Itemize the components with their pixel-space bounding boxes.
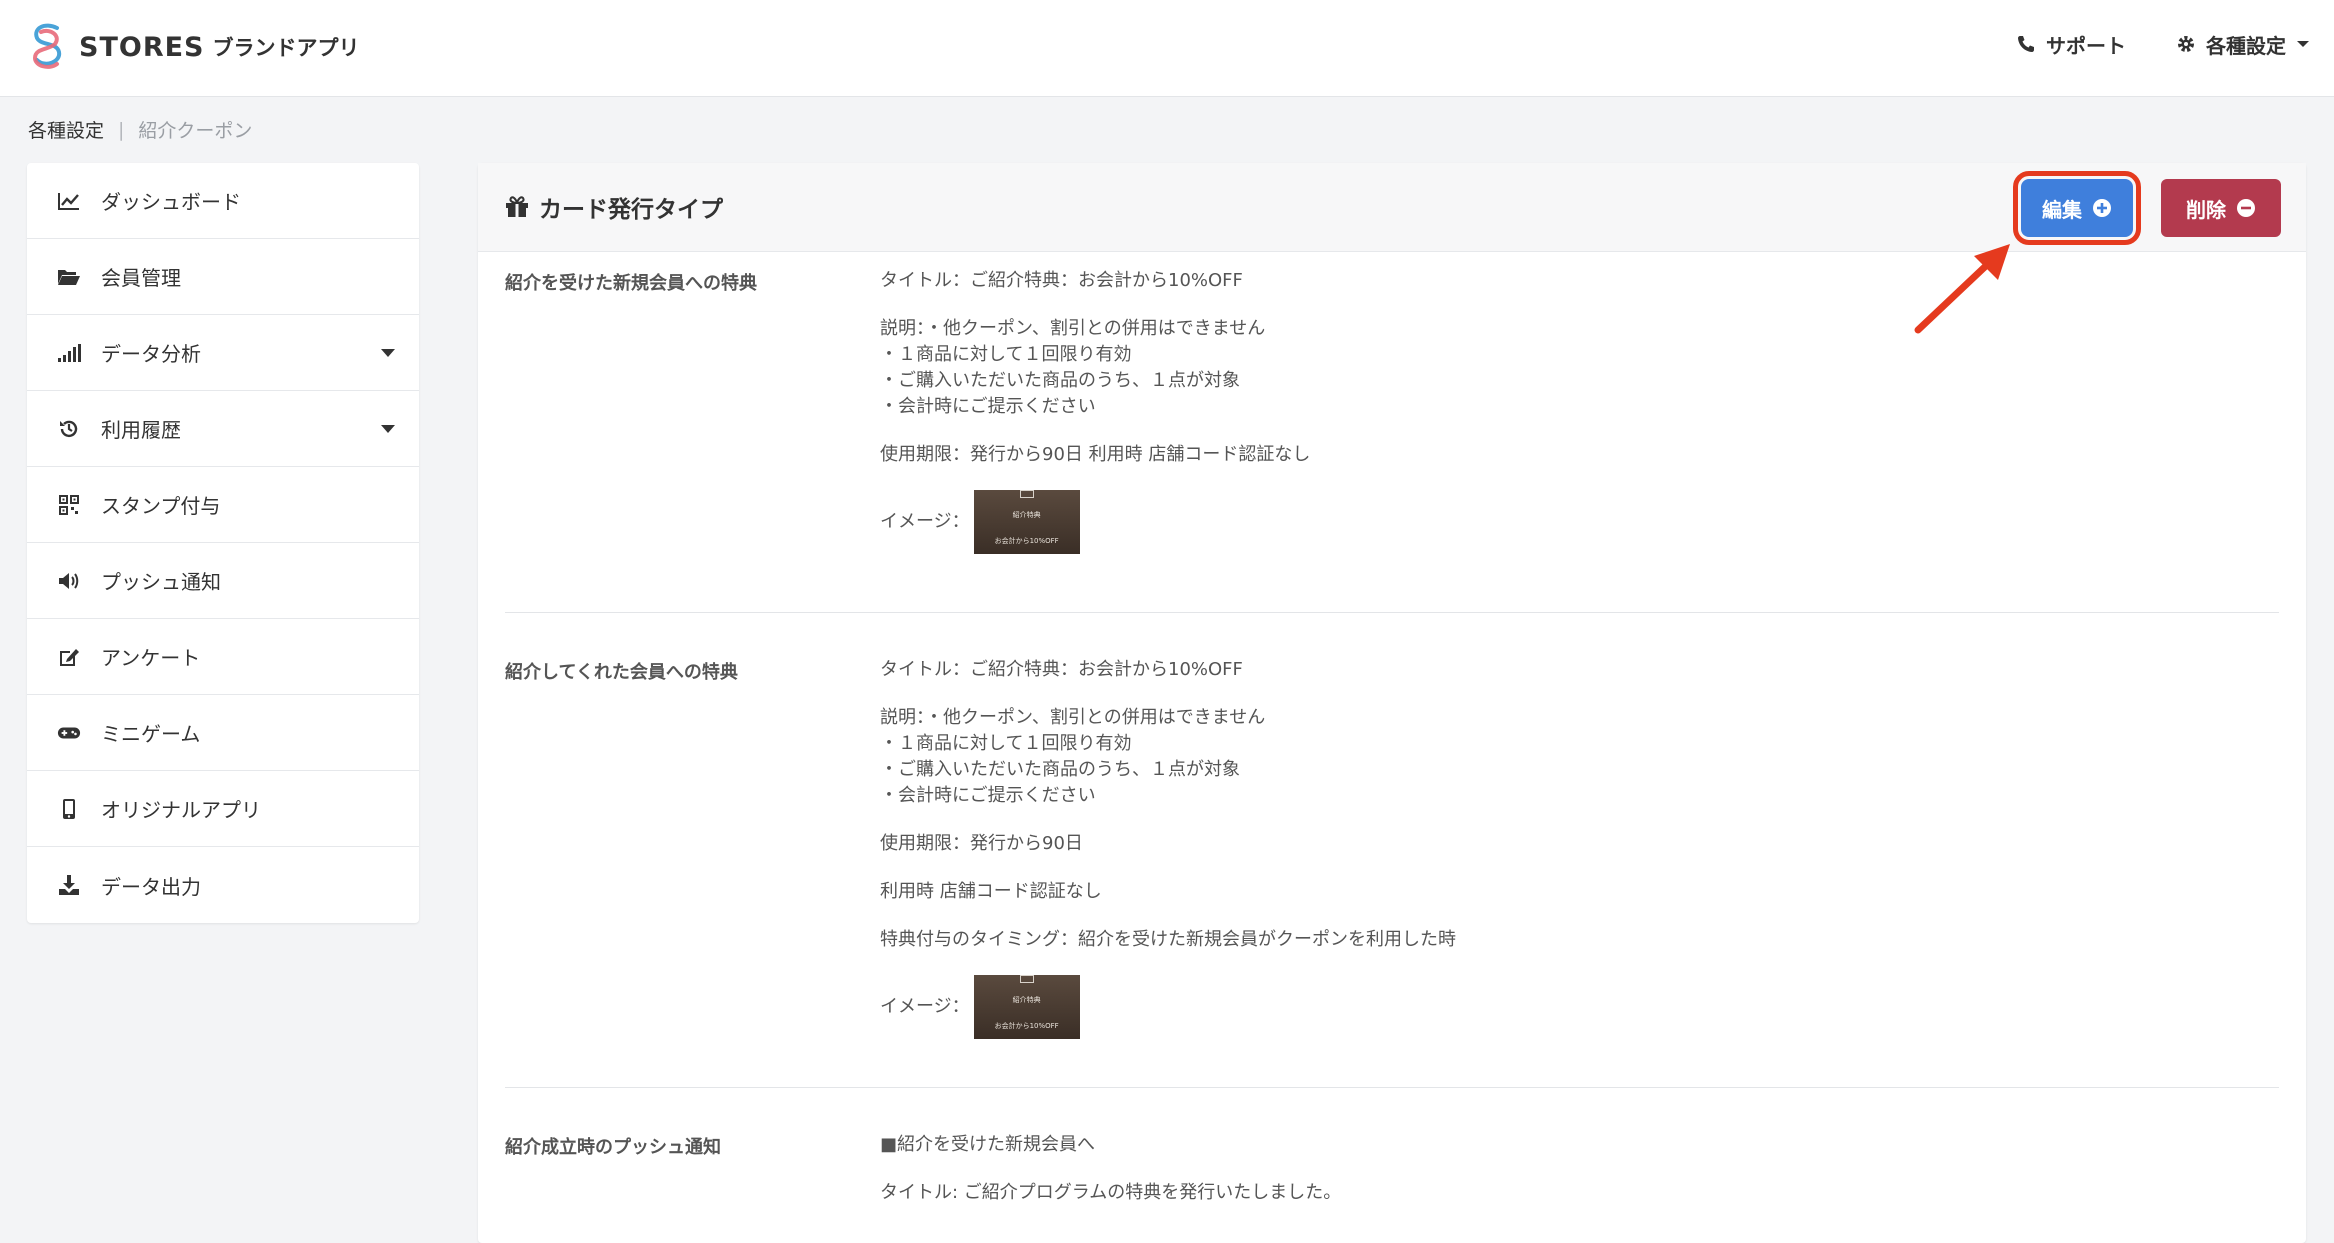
gift-icon <box>506 196 528 217</box>
sidebar-item-members[interactable]: 会員管理 <box>27 239 419 315</box>
coupon-period: 使用期限：発行から90日 利用時 店舗コード認証なし <box>880 444 1311 465</box>
plus-circle-icon <box>2093 199 2111 217</box>
delete-button[interactable]: 削除 <box>2161 179 2281 237</box>
section-body: タイトル：ご紹介特典：お会計から10%OFF 説明：・他クーポン、割引との併用は… <box>880 268 1310 554</box>
coupon-card: カード発行タイプ 編集 削除 紹介を受けた新規会員への特典 タイトル：ご紹介特典… <box>478 163 2306 1243</box>
image-label: イメージ： <box>880 996 970 1017</box>
sidebar-item-label: 会員管理 <box>101 266 181 290</box>
coupon-desc-line: ・会計時にご提示ください <box>880 396 1096 417</box>
folder-open-icon <box>57 265 81 289</box>
image-label: イメージ： <box>880 511 970 532</box>
sidebar-item-push[interactable]: プッシュ通知 <box>27 543 419 619</box>
annotation-arrow-icon <box>1914 244 2010 334</box>
settings-menu[interactable]: 各種設定 <box>2176 30 2310 59</box>
section-label: 紹介を受けた新規会員への特典 <box>505 273 757 294</box>
gamepad-icon <box>57 721 81 745</box>
sidebar-item-dashboard[interactable]: ダッシュボード <box>27 163 419 239</box>
chevron-down-icon <box>381 425 395 433</box>
breadcrumb-parent[interactable]: 各種設定 <box>28 116 104 143</box>
stores-logo-icon <box>32 23 62 69</box>
settings-label: 各種設定 <box>2206 33 2286 58</box>
coupon-image-thumbnail[interactable]: 紹介特典 お会計から10%OFF <box>973 490 1080 554</box>
coupon-auth: 利用時 店舗コード認証なし <box>880 881 1102 902</box>
sidebar-item-usage-history[interactable]: 利用履歴 <box>27 391 419 467</box>
signal-bars-icon <box>57 341 81 365</box>
breadcrumb-current: 紹介クーポン <box>138 120 253 142</box>
coupon-timing: 特典付与のタイミング：紹介を受けた新規会員がクーポンを利用した時 <box>880 929 1456 950</box>
thumb-text: お会計から10%OFF <box>994 537 1059 545</box>
sidebar: ダッシュボード 会員管理 データ分析 利用履歴 スタンプ付与 プッシュ通知 アン… <box>27 163 419 923</box>
thumb-text: 紹介特典 <box>1012 511 1041 519</box>
chart-line-icon <box>57 189 81 213</box>
section-body: ■紹介を受けた新規会員へ タイトル: ご紹介プログラムの特典を発行いたしました。 <box>880 1132 1341 1206</box>
top-header: STORES ブランドアプリ サポート 各種設定 <box>0 0 2334 97</box>
sidebar-item-original-app[interactable]: オリジナルアプリ <box>27 771 419 847</box>
sidebar-item-label: スタンプ付与 <box>101 494 221 518</box>
sidebar-item-label: ダッシュボード <box>101 190 241 214</box>
sidebar-item-label: 利用履歴 <box>101 418 181 442</box>
mobile-icon <box>57 797 81 821</box>
qrcode-icon <box>57 493 81 517</box>
sidebar-item-label: データ出力 <box>101 874 201 899</box>
push-notification-section: 紹介成立時のプッシュ通知 ■紹介を受けた新規会員へ タイトル: ご紹介プログラム… <box>505 1088 2279 1238</box>
thumb-text: お会計から10%OFF <box>994 1022 1059 1030</box>
card-title: カード発行タイプ <box>539 197 723 223</box>
edit-button-label: 編集 <box>2042 197 2082 222</box>
sidebar-item-label: ミニゲーム <box>101 722 201 746</box>
coupon-desc-line: ・ご購入いただいた商品のうち、１点が対象 <box>880 370 1240 391</box>
breadcrumb: 各種設定 | 紹介クーポン <box>28 116 252 143</box>
sidebar-item-label: データ分析 <box>101 342 201 366</box>
coupon-image-row: イメージ： 紹介特典 お会計から10%OFF <box>880 975 1456 1039</box>
sidebar-item-data-analysis[interactable]: データ分析 <box>27 315 419 391</box>
section-label: 紹介してくれた会員への特典 <box>505 662 738 683</box>
sidebar-item-stamp[interactable]: スタンプ付与 <box>27 467 419 543</box>
edit-icon <box>57 645 81 669</box>
support-label: サポート <box>2046 33 2126 58</box>
gear-icon <box>2178 36 2194 52</box>
sidebar-item-label: アンケート <box>101 646 201 670</box>
push-target: ■紹介を受けた新規会員へ <box>880 1134 1096 1155</box>
sidebar-item-label: プッシュ通知 <box>101 570 221 594</box>
breadcrumb-separator: | <box>118 118 125 141</box>
download-icon <box>57 873 81 897</box>
coupon-title: タイトル：ご紹介特典：お会計から10%OFF <box>880 659 1243 680</box>
push-title: タイトル: ご紹介プログラムの特典を発行いたしました。 <box>880 1182 1342 1203</box>
sidebar-item-data-export[interactable]: データ出力 <box>27 847 419 923</box>
coupon-image-thumbnail[interactable]: 紹介特典 お会計から10%OFF <box>973 975 1080 1039</box>
image-icon <box>1019 490 1034 498</box>
edit-button[interactable]: 編集 <box>2013 171 2141 245</box>
history-icon <box>57 417 81 441</box>
card-header: カード発行タイプ 編集 削除 <box>478 163 2306 252</box>
logo[interactable]: STORES ブランドアプリ <box>27 20 360 74</box>
delete-button-label: 削除 <box>2186 197 2226 222</box>
chevron-down-icon <box>381 349 395 357</box>
coupon-desc-line: ・１商品に対して１回限り有効 <box>880 344 1132 365</box>
logo-subtitle: ブランドアプリ <box>212 36 360 60</box>
sidebar-item-minigame[interactable]: ミニゲーム <box>27 695 419 771</box>
coupon-image-row: イメージ： 紹介特典 お会計から10%OFF <box>880 490 1310 554</box>
logo-text: STORES <box>79 31 205 63</box>
chevron-down-icon <box>2297 41 2309 47</box>
coupon-period: 使用期限：発行から90日 <box>880 833 1083 854</box>
sidebar-item-label: オリジナルアプリ <box>101 798 261 822</box>
sidebar-item-survey[interactable]: アンケート <box>27 619 419 695</box>
coupon-desc-line: ・会計時にご提示ください <box>880 785 1096 806</box>
phone-icon <box>2018 36 2034 52</box>
thumb-text: 紹介特典 <box>1012 996 1041 1004</box>
section-label: 紹介成立時のプッシュ通知 <box>505 1137 721 1158</box>
referrer-benefit-section: 紹介してくれた会員への特典 タイトル：ご紹介特典：お会計から10%OFF 説明：… <box>505 613 2279 1088</box>
coupon-desc-line: 説明：・他クーポン、割引との併用はできません <box>880 707 1266 728</box>
section-body: タイトル：ご紹介特典：お会計から10%OFF 説明：・他クーポン、割引との併用は… <box>880 657 1456 1039</box>
support-link[interactable]: サポート <box>2016 30 2126 59</box>
megaphone-icon <box>57 569 81 593</box>
coupon-desc-line: ・１商品に対して１回限り有効 <box>880 733 1132 754</box>
coupon-title: タイトル：ご紹介特典：お会計から10%OFF <box>880 270 1243 291</box>
coupon-desc-line: 説明：・他クーポン、割引との併用はできません <box>880 318 1266 339</box>
minus-circle-icon <box>2237 199 2255 217</box>
image-icon <box>1019 975 1034 983</box>
coupon-desc-line: ・ご購入いただいた商品のうち、１点が対象 <box>880 759 1240 780</box>
